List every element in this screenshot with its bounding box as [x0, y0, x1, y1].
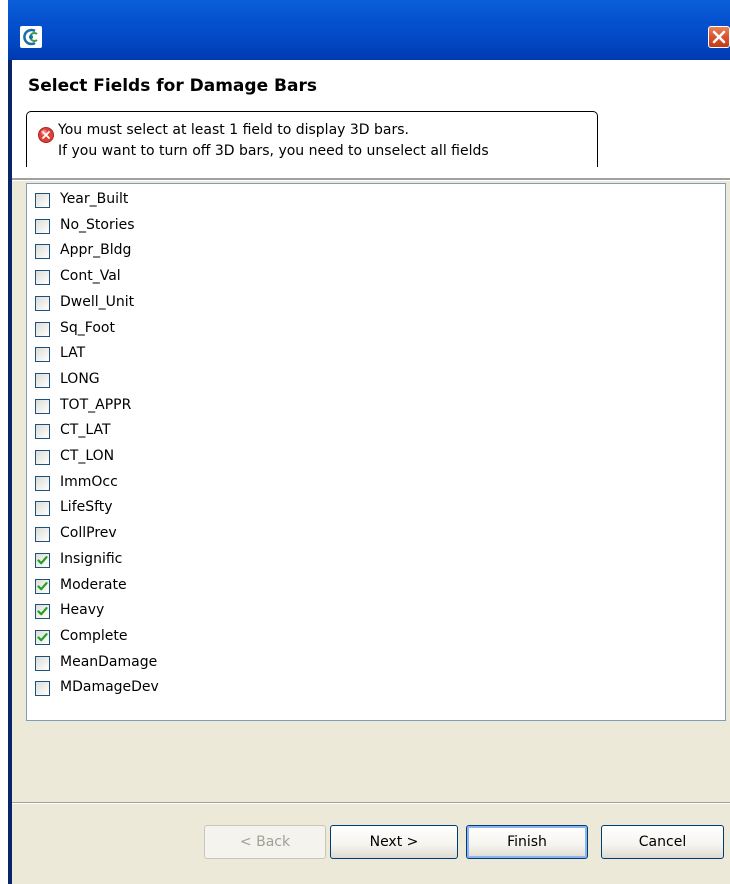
close-button[interactable] [708, 26, 730, 48]
field-label: MDamageDev [60, 679, 159, 696]
button-bar-divider [12, 802, 730, 804]
field-item[interactable]: LAT [35, 344, 335, 366]
field-item[interactable]: Year_Built [35, 190, 335, 212]
field-label: LifeSfty [60, 499, 113, 516]
field-checkbox[interactable] [35, 655, 50, 671]
field-checkbox[interactable] [35, 193, 50, 208]
checkmark-icon [37, 581, 48, 590]
page-title: Select Fields for Damage Bars [28, 76, 317, 96]
error-message-line-1: You must select at least 1 field to disp… [58, 122, 409, 138]
field-label: Appr_Bldg [60, 242, 132, 259]
field-label: Cont_Val [60, 268, 121, 285]
field-label: Moderate [60, 576, 127, 593]
field-item[interactable]: ImmOcc [35, 473, 335, 495]
app-logo-icon [20, 26, 42, 48]
close-icon [712, 30, 726, 44]
field-item[interactable]: TOT_APPR [35, 396, 335, 418]
next-button[interactable]: Next > [330, 825, 458, 859]
field-label: MeanDamage [60, 653, 158, 670]
field-label: Complete [60, 627, 128, 644]
cancel-button[interactable]: Cancel [601, 825, 724, 859]
field-checkbox[interactable] [35, 424, 50, 440]
field-label: Year_Built [60, 191, 129, 207]
field-item[interactable]: MeanDamage [35, 653, 335, 675]
field-checklist[interactable]: Year_Built No_Stories Appr_Bldg Cont_Val Dwe… [26, 183, 726, 721]
field-item[interactable]: Insignific [35, 550, 335, 572]
field-checkbox-checked[interactable] [35, 552, 50, 568]
field-label: No_Stories [60, 216, 135, 233]
wizard-dialog: Select Fields for Damage Bars You must s… [8, 0, 730, 884]
field-checkbox[interactable] [35, 244, 50, 260]
field-item[interactable]: Complete [35, 627, 335, 649]
field-label: CollPrev [60, 525, 117, 542]
field-item[interactable]: Dwell_Unit [35, 293, 335, 315]
checkmark-icon [37, 607, 48, 616]
field-item[interactable]: MDamageDev [35, 678, 335, 700]
field-item[interactable]: CT_LON [35, 447, 335, 469]
field-checkbox[interactable] [35, 321, 50, 337]
field-item[interactable]: Heavy [35, 601, 335, 623]
field-label: Dwell_Unit [60, 293, 135, 310]
field-item[interactable]: Cont_Val [35, 267, 335, 289]
field-label: ImmOcc [60, 473, 118, 490]
field-label: Heavy [60, 602, 105, 619]
field-item[interactable]: CT_LAT [35, 421, 335, 443]
field-item[interactable]: No_Stories [35, 216, 335, 238]
field-item[interactable]: Moderate [35, 576, 335, 598]
field-label: LONG [60, 370, 100, 387]
field-label: LAT [60, 345, 86, 362]
field-checkbox[interactable] [35, 295, 50, 311]
field-item[interactable]: Appr_Bldg [35, 241, 335, 263]
back-button[interactable]: < Back [204, 825, 326, 859]
field-label: Sq_Foot [60, 319, 115, 336]
field-checkbox[interactable] [35, 681, 50, 697]
title-bar[interactable] [8, 0, 730, 60]
field-checkbox[interactable] [35, 450, 50, 465]
field-checkbox[interactable] [35, 270, 50, 286]
field-item[interactable]: Sq_Foot [35, 319, 335, 341]
error-message-line-2: If you want to turn off 3D bars, you nee… [58, 143, 489, 159]
field-checkbox[interactable] [35, 501, 50, 517]
field-item[interactable]: LONG [35, 370, 335, 392]
finish-button[interactable]: Finish [466, 825, 588, 859]
field-label: CT_LAT [60, 422, 111, 439]
field-checkbox[interactable] [35, 527, 50, 543]
checkmark-icon [37, 555, 48, 565]
field-checkbox[interactable] [35, 218, 50, 234]
field-checkbox-checked[interactable] [35, 604, 50, 620]
field-item[interactable]: CollPrev [35, 524, 335, 546]
field-item[interactable]: LifeSfty [35, 498, 335, 520]
wizard-header: Select Fields for Damage Bars You must s… [12, 60, 730, 178]
error-icon [38, 127, 54, 143]
field-label: TOT_APPR [60, 396, 132, 413]
field-checkbox[interactable] [35, 347, 50, 363]
dialog-body: Select Fields for Damage Bars You must s… [12, 60, 730, 884]
field-label: CT_LON [60, 448, 115, 464]
header-divider [12, 178, 730, 181]
field-checkbox[interactable] [35, 372, 50, 388]
checkmark-icon [37, 632, 48, 642]
field-checkbox-checked[interactable] [35, 629, 50, 645]
field-label: Insignific [60, 550, 123, 567]
field-checkbox[interactable] [35, 475, 50, 491]
field-checkbox-checked[interactable] [35, 578, 50, 594]
field-checkbox[interactable] [35, 398, 50, 414]
